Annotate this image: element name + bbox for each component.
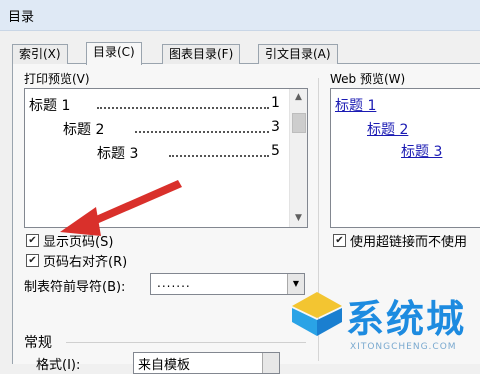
- watermark-logo-icon: [292, 292, 342, 336]
- watermark-text: 系统城: [346, 297, 467, 341]
- watermark: 系统城 XITONGCHENG.COM: [288, 286, 480, 361]
- tab-toc[interactable]: 目录(C): [86, 42, 142, 65]
- watermark-subtext: XITONGCHENG.COM: [350, 342, 457, 352]
